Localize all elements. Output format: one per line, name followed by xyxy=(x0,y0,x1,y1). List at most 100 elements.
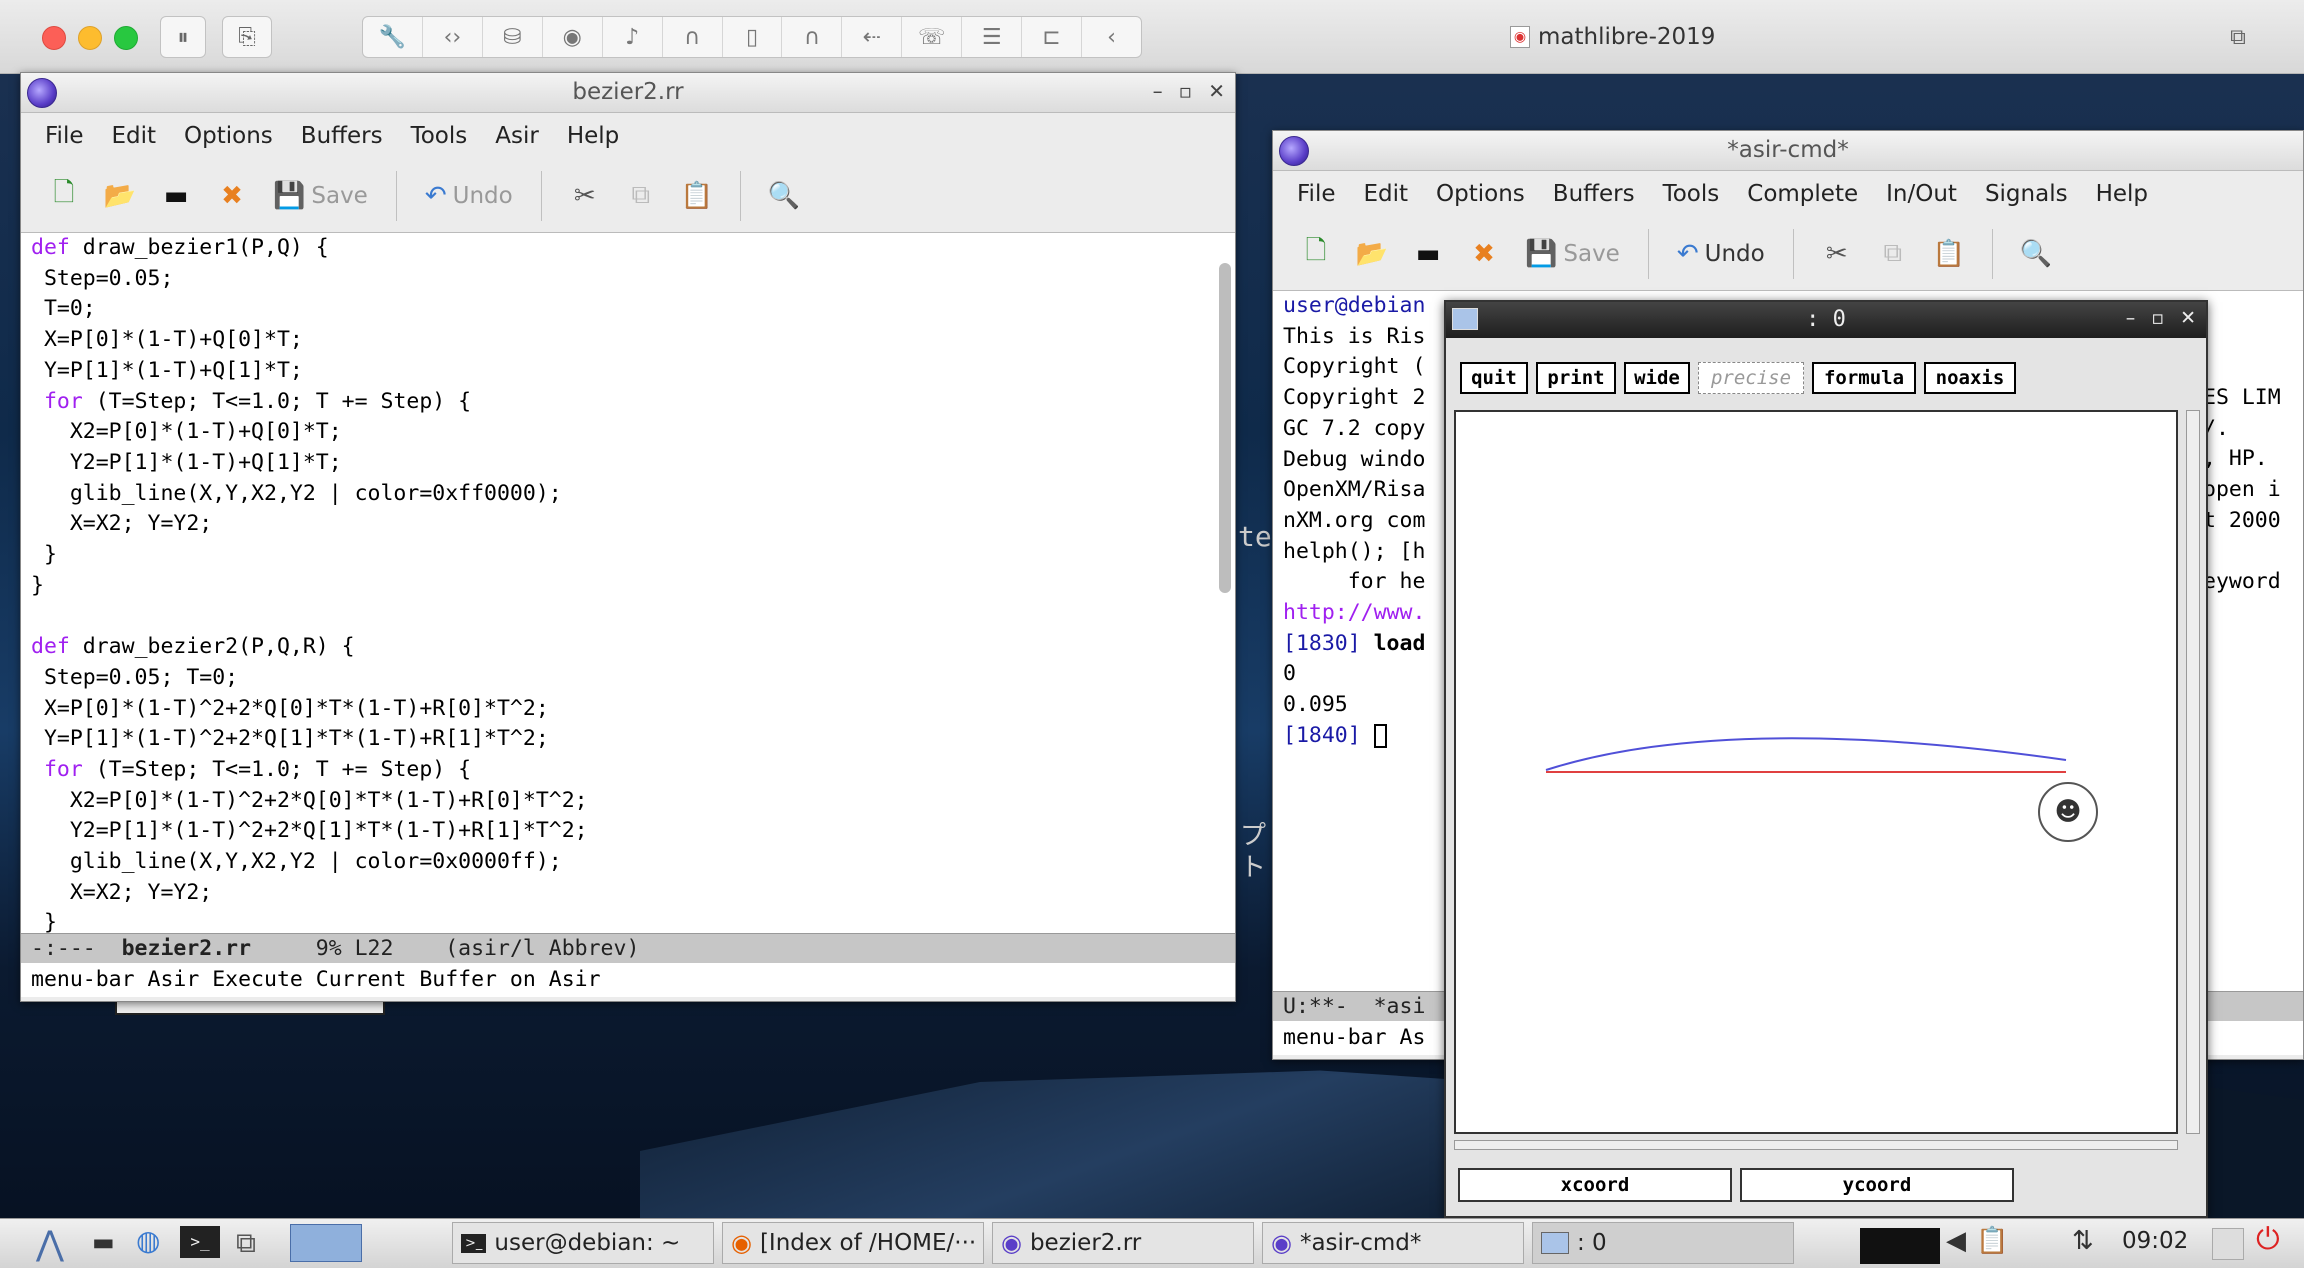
menu-edit[interactable]: Edit xyxy=(98,123,171,149)
fullscreen-button[interactable]: ⧉ xyxy=(2216,16,2260,58)
menu-tools[interactable]: Tools xyxy=(397,123,482,149)
formula-button[interactable]: formula xyxy=(1812,362,1916,394)
terminal-launcher-icon[interactable]: >_ xyxy=(180,1226,220,1258)
workspace-pager[interactable] xyxy=(290,1224,362,1262)
gumby-cursor-icon: ☻ xyxy=(2038,782,2098,842)
menu-help[interactable]: Help xyxy=(2082,181,2162,207)
mouse-icon[interactable]: ▯ xyxy=(723,17,783,57)
minimize-window-button[interactable] xyxy=(78,26,102,50)
wrench-icon[interactable]: 🔧 xyxy=(363,17,423,57)
copy-icon[interactable]: ⧉ xyxy=(618,173,664,219)
precise-button[interactable]: precise xyxy=(1698,362,1804,394)
browser-launcher-icon[interactable]: ◍ xyxy=(136,1224,160,1257)
copy-icon[interactable]: ⧉ xyxy=(1870,231,1916,277)
dired-icon[interactable]: ▬ xyxy=(153,173,199,219)
cut-icon[interactable]: ✂ xyxy=(562,173,608,219)
zoom-window-button[interactable] xyxy=(114,26,138,50)
headphones-icon[interactable]: ∩ xyxy=(663,17,723,57)
editor-titlebar[interactable]: bezier2.rr – ▫ ✕ xyxy=(21,73,1235,113)
code-area[interactable]: def draw_bezier1(P,Q) { Step=0.05; T=0; … xyxy=(21,233,1235,933)
volume-icon[interactable]: ◀ xyxy=(1946,1226,1966,1256)
speaker-icon[interactable]: ♪ xyxy=(603,17,663,57)
menu-help[interactable]: Help xyxy=(553,123,633,149)
close-window-button[interactable] xyxy=(42,26,66,50)
desktop-katakana-text: プト xyxy=(1240,821,1267,883)
code-icon[interactable]: ‹› xyxy=(423,17,483,57)
storage-icon[interactable]: ☰ xyxy=(962,17,1023,57)
minimize-icon[interactable]: – xyxy=(1153,79,1163,103)
minimize-icon[interactable]: – xyxy=(2126,307,2136,329)
power-icon[interactable]: ⏻ xyxy=(2256,1222,2280,1257)
open-file-icon[interactable]: 📂 xyxy=(1349,231,1395,277)
minimize-all-icon[interactable]: ▬ xyxy=(92,1228,115,1256)
close-icon[interactable]: ✕ xyxy=(2180,307,2196,329)
dired-icon[interactable]: ▬ xyxy=(1405,231,1451,277)
menu-file[interactable]: File xyxy=(1283,181,1350,207)
menu-asir[interactable]: Asir xyxy=(481,123,553,149)
asir-cmd-titlebar[interactable]: *asir-cmd* xyxy=(1273,131,2303,171)
menu-complete[interactable]: Complete xyxy=(1733,181,1872,207)
phone-icon[interactable]: ☏ xyxy=(902,17,963,57)
undo-button[interactable]: ↶ Undo xyxy=(417,181,521,211)
print-button[interactable]: print xyxy=(1536,362,1616,394)
editor-buffer[interactable]: def draw_bezier1(P,Q) { Step=0.05; T=0; … xyxy=(21,233,1235,933)
wide-button[interactable]: wide xyxy=(1624,362,1690,394)
cut-icon[interactable]: ✂ xyxy=(1814,231,1860,277)
noaxis-button[interactable]: noaxis xyxy=(1924,362,2016,394)
camera-icon[interactable]: ◉ xyxy=(543,17,603,57)
collapse-chevron-icon[interactable]: ‹ xyxy=(1082,17,1141,57)
paste-icon[interactable]: 📋 xyxy=(674,173,720,219)
pause-vm-button[interactable]: ⏸ xyxy=(160,16,206,58)
editor-title: bezier2.rr xyxy=(572,79,684,105)
undo-button[interactable]: ↶ Undo xyxy=(1669,239,1773,269)
paste-icon[interactable]: 📋 xyxy=(1926,231,1972,277)
window-switcher-icon[interactable]: ⧉ xyxy=(236,1226,256,1260)
disk-icon[interactable]: ⛁ xyxy=(483,17,543,57)
taskbar-item-plot[interactable]: : 0 xyxy=(1532,1222,1794,1264)
close-icon[interactable]: ✕ xyxy=(1208,79,1225,103)
menu-file[interactable]: File xyxy=(31,123,98,149)
maximize-icon[interactable]: ▫ xyxy=(1179,79,1193,103)
menu-options[interactable]: Options xyxy=(170,123,287,149)
search-icon[interactable]: 🔍 xyxy=(761,173,807,219)
menu-signals[interactable]: Signals xyxy=(1971,181,2082,207)
usb-icon[interactable]: ⇠ xyxy=(842,17,903,57)
search-icon[interactable]: 🔍 xyxy=(2013,231,2059,277)
menu-buffers[interactable]: Buffers xyxy=(1539,181,1649,207)
code-line: def draw_bezier1(P,Q) { xyxy=(31,235,329,260)
open-file-icon[interactable]: 📂 xyxy=(97,173,143,219)
menu-edit[interactable]: Edit xyxy=(1350,181,1423,207)
save-button[interactable]: 💾 Save xyxy=(265,181,376,211)
snapshot-button[interactable]: ⎘ xyxy=(222,16,272,58)
xcoord-field[interactable]: xcoord xyxy=(1458,1168,1732,1202)
plot-titlebar[interactable]: : 0 – ▫ ✕ xyxy=(1446,302,2206,338)
new-file-icon[interactable]: 🗋 xyxy=(1293,231,1339,277)
menu-tools[interactable]: Tools xyxy=(1649,181,1734,207)
lock-screen-icon[interactable] xyxy=(2212,1228,2244,1260)
plot-vertical-scrollbar[interactable] xyxy=(2186,410,2200,1134)
kill-buffer-icon[interactable]: ✖ xyxy=(1461,231,1507,277)
editor-scrollbar[interactable] xyxy=(1219,263,1231,593)
plot-canvas[interactable]: ☻ xyxy=(1454,410,2178,1134)
menu-options[interactable]: Options xyxy=(1422,181,1539,207)
ycoord-field[interactable]: ycoord xyxy=(1740,1168,2014,1202)
new-file-icon[interactable]: 🗋 xyxy=(41,173,87,219)
menu-in-out[interactable]: In/Out xyxy=(1872,181,1971,207)
kill-buffer-icon[interactable]: ✖ xyxy=(209,173,255,219)
save-button[interactable]: 💾 Save xyxy=(1517,239,1628,269)
headset-icon[interactable]: ∩ xyxy=(782,17,843,57)
taskbar-item-terminal[interactable]: >_ user@debian: ~ xyxy=(452,1222,714,1264)
maximize-icon[interactable]: ▫ xyxy=(2151,307,2164,329)
taskbar-item-browser[interactable]: ◉ [Index of /HOME/··· xyxy=(722,1222,984,1264)
quit-button[interactable]: quit xyxy=(1460,362,1528,394)
network-icon[interactable]: ⇅ xyxy=(2072,1226,2094,1256)
folder-share-icon[interactable]: ⊏ xyxy=(1022,17,1083,57)
snapshot-icon: ⎘ xyxy=(238,24,256,50)
clipboard-icon[interactable]: 📋 xyxy=(1976,1226,2008,1256)
start-menu-icon[interactable]: ⋀ xyxy=(36,1224,64,1264)
plot-horizontal-scrollbar[interactable] xyxy=(1454,1140,2178,1150)
taskbar-item-asir-cmd[interactable]: ◉ *asir-cmd* xyxy=(1262,1222,1524,1264)
menu-buffers[interactable]: Buffers xyxy=(287,123,397,149)
taskbar-item-label: bezier2.rr xyxy=(1029,1230,1142,1256)
taskbar-item-bezier2[interactable]: ◉ bezier2.rr xyxy=(992,1222,1254,1264)
